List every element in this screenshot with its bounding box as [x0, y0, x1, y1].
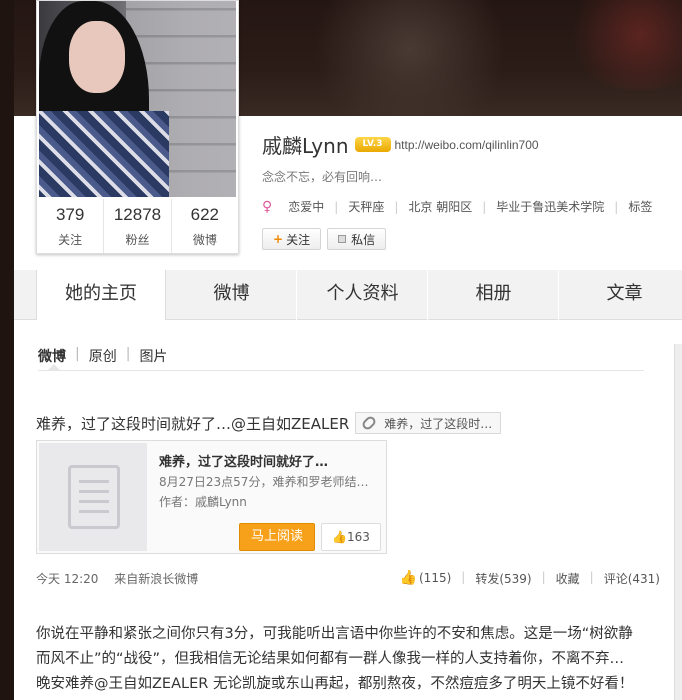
- scrollbar[interactable]: [674, 344, 682, 700]
- post-actions: 👍 (115) | 转发(539) | 收藏 | 评论(431): [399, 570, 660, 587]
- favorite-button[interactable]: 收藏: [556, 570, 580, 587]
- tab-weibo[interactable]: 微博: [167, 270, 297, 320]
- tab-profile-info[interactable]: 个人资料: [298, 270, 428, 320]
- read-now-button[interactable]: 马上阅读: [239, 523, 315, 551]
- subnav-divider: [38, 370, 644, 371]
- post-source[interactable]: 来自新浪长微博: [114, 572, 198, 586]
- message-icon: [338, 235, 347, 243]
- tag-zodiac[interactable]: 天秤座: [348, 198, 384, 215]
- stat-weibo[interactable]: 622 微博: [172, 199, 238, 253]
- article-card[interactable]: 难养，过了这段时间就好了… 8月27日23点57分，难养和罗老师结… 作者：戚麟…: [36, 440, 387, 554]
- tag-labels[interactable]: 标签: [628, 198, 652, 215]
- stat-fans[interactable]: 12878 粉丝: [104, 199, 172, 253]
- article-author: 作者：戚麟Lynn: [159, 495, 247, 509]
- like-button[interactable]: 👍 (115): [400, 570, 452, 587]
- post-time[interactable]: 今天 12:20: [36, 572, 98, 586]
- profile-motto: 念念不忘，必有回响…: [262, 170, 383, 184]
- plus-icon: +: [273, 232, 284, 246]
- stat-following[interactable]: 379 关注: [37, 199, 105, 253]
- article-like-button[interactable]: 👍163: [321, 523, 381, 551]
- post-text: 难养，过了这段时间就好了…@王自如ZEALER 难养，过了这段时…: [36, 412, 502, 434]
- link-icon: [360, 414, 378, 432]
- profile-stats: 379 关注 12878 粉丝 622 微博: [37, 199, 238, 253]
- post-footer: 今天 12:20 来自新浪长微博: [36, 570, 198, 587]
- subnav-weibo[interactable]: 微博: [38, 346, 66, 366]
- tag-relationship[interactable]: 恋爱中: [288, 198, 324, 215]
- subnav-original[interactable]: 原创: [89, 346, 117, 366]
- comment-button[interactable]: 评论(431): [604, 570, 660, 587]
- tab-album[interactable]: 相册: [429, 270, 559, 320]
- article-meta: 8月27日23点57分，难养和罗老师结…: [159, 475, 369, 489]
- repost-button[interactable]: 转发(539): [475, 570, 531, 587]
- thumbs-up-icon: 👍: [399, 570, 417, 586]
- document-icon: [39, 443, 147, 551]
- post-body: 你说在平静和紧张之间你只有3分，可我能听出言语中你些许的不安和焦虑。这是一场“树…: [36, 626, 634, 692]
- feed-main: 微博 | 原创 | 图片 难养，过了这段时间就好了…@王自如ZEALER 难养，…: [14, 320, 682, 700]
- link-card[interactable]: 难养，过了这段时…: [355, 412, 502, 434]
- follow-button[interactable]: + 关注: [262, 228, 322, 250]
- article-title[interactable]: 难养，过了这段时间就好了…: [159, 451, 328, 470]
- page-left-edge: [0, 0, 14, 700]
- avatar-panel: 379 关注 12878 粉丝 622 微博: [36, 0, 239, 254]
- profile-actions: + 关注 私信: [262, 228, 392, 250]
- female-icon: ♀: [262, 198, 273, 215]
- thumbs-up-icon: 👍: [332, 530, 348, 544]
- message-button[interactable]: 私信: [327, 228, 387, 250]
- subnav-pictures[interactable]: 图片: [139, 346, 167, 366]
- tab-articles[interactable]: 文章: [560, 270, 682, 320]
- level-badge[interactable]: LV.3: [354, 137, 391, 152]
- tag-location[interactable]: 北京 朝阳区: [408, 198, 472, 215]
- tab-home[interactable]: 她的主页: [36, 270, 166, 321]
- profile-url[interactable]: http://weibo.com/qilinlin700: [395, 138, 539, 152]
- subnav-pointer: [48, 364, 60, 370]
- profile-tabs: 她的主页 微博 个人资料 相册 文章: [14, 270, 682, 321]
- profile-tags: ♀ 恋爱中 | 天秤座 | 北京 朝阳区 | 毕业于鲁迅美术学院 | 标签: [262, 198, 653, 215]
- profile-header: 戚麟Lynn LV.3 http://weibo.com/qilinlin700: [262, 130, 539, 159]
- profile-name: 戚麟Lynn: [262, 134, 349, 158]
- feed-subnav: 微博 | 原创 | 图片: [38, 346, 168, 366]
- tag-school[interactable]: 毕业于鲁迅美术学院: [496, 198, 604, 215]
- avatar[interactable]: [39, 1, 236, 197]
